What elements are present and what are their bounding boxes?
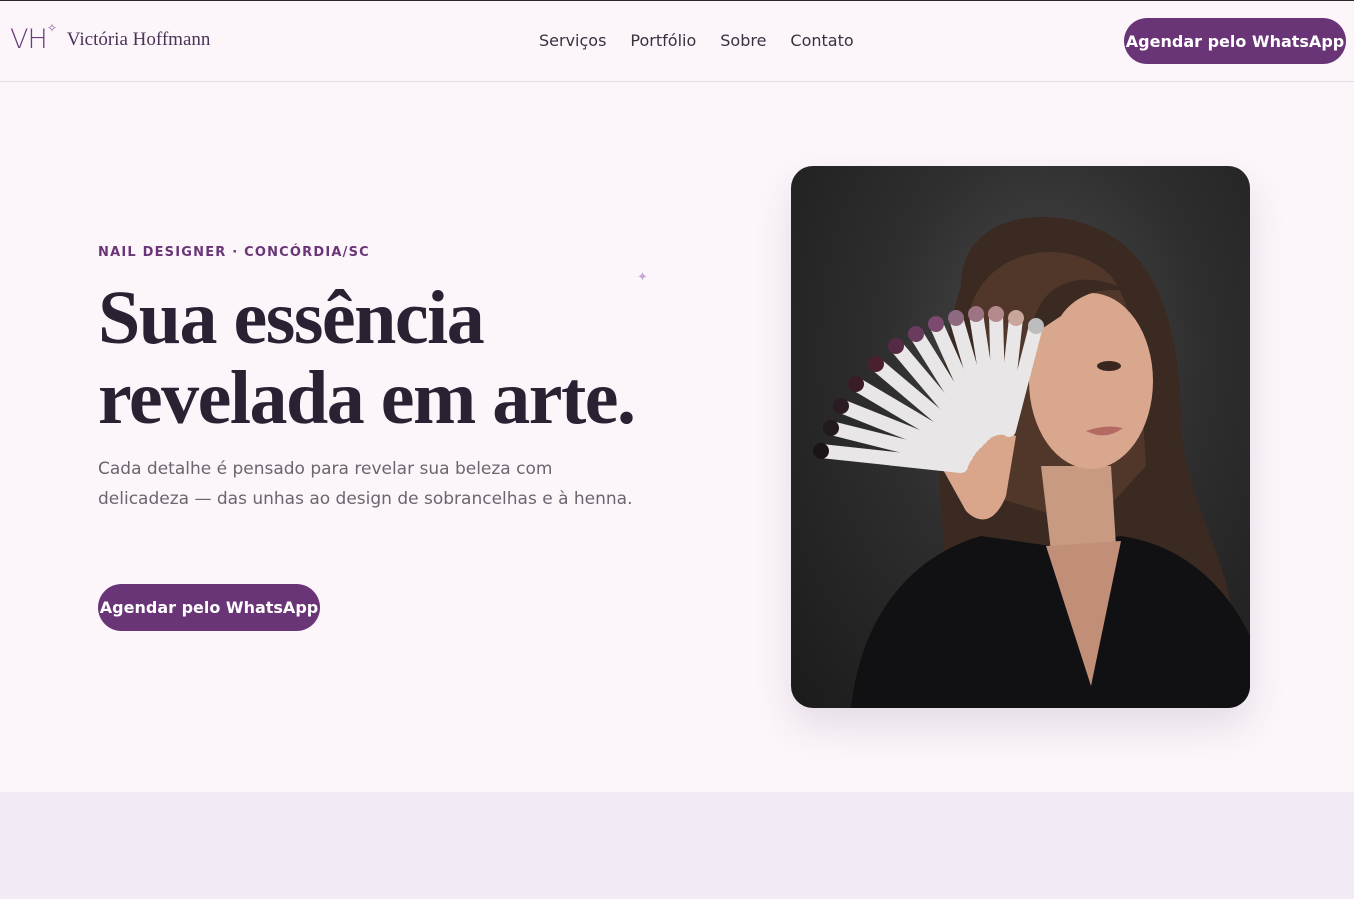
logo-name: Victória Hoffmann: [66, 29, 211, 50]
next-section: [0, 792, 1354, 899]
nav-sobre[interactable]: Sobre: [720, 31, 766, 51]
nav-contato[interactable]: Contato: [790, 31, 853, 51]
nav-portfolio[interactable]: Portfólio: [630, 31, 696, 51]
sparkle-icon: ✧: [47, 21, 58, 35]
logo-mark: VH: [10, 24, 48, 55]
logo[interactable]: VH ✧ Victória Hoffmann: [10, 21, 211, 55]
portrait-illustration: [813, 216, 1250, 708]
header-whatsapp-button[interactable]: Agendar pelo WhatsApp: [1124, 18, 1346, 64]
hero-title-line-2: revelada em arte.: [98, 356, 636, 440]
hero-title-line-1: Sua essência: [98, 276, 485, 360]
hero-eyebrow: NAIL DESIGNER · CONCÓRDIA/SC: [98, 245, 370, 260]
main-nav: Serviços Portfólio Sobre Contato: [539, 31, 878, 51]
nav-servicos[interactable]: Serviços: [539, 31, 606, 51]
hero-lead: Cada detalhe é pensado para revelar sua …: [98, 459, 633, 509]
hero-whatsapp-button[interactable]: Agendar pelo WhatsApp: [98, 584, 320, 631]
site-header: VH ✧ Victória Hoffmann Serviços Portfóli…: [0, 1, 1354, 82]
hero-photo: [791, 166, 1250, 708]
hero-title: Sua essência revelada em arte.: [98, 278, 698, 438]
